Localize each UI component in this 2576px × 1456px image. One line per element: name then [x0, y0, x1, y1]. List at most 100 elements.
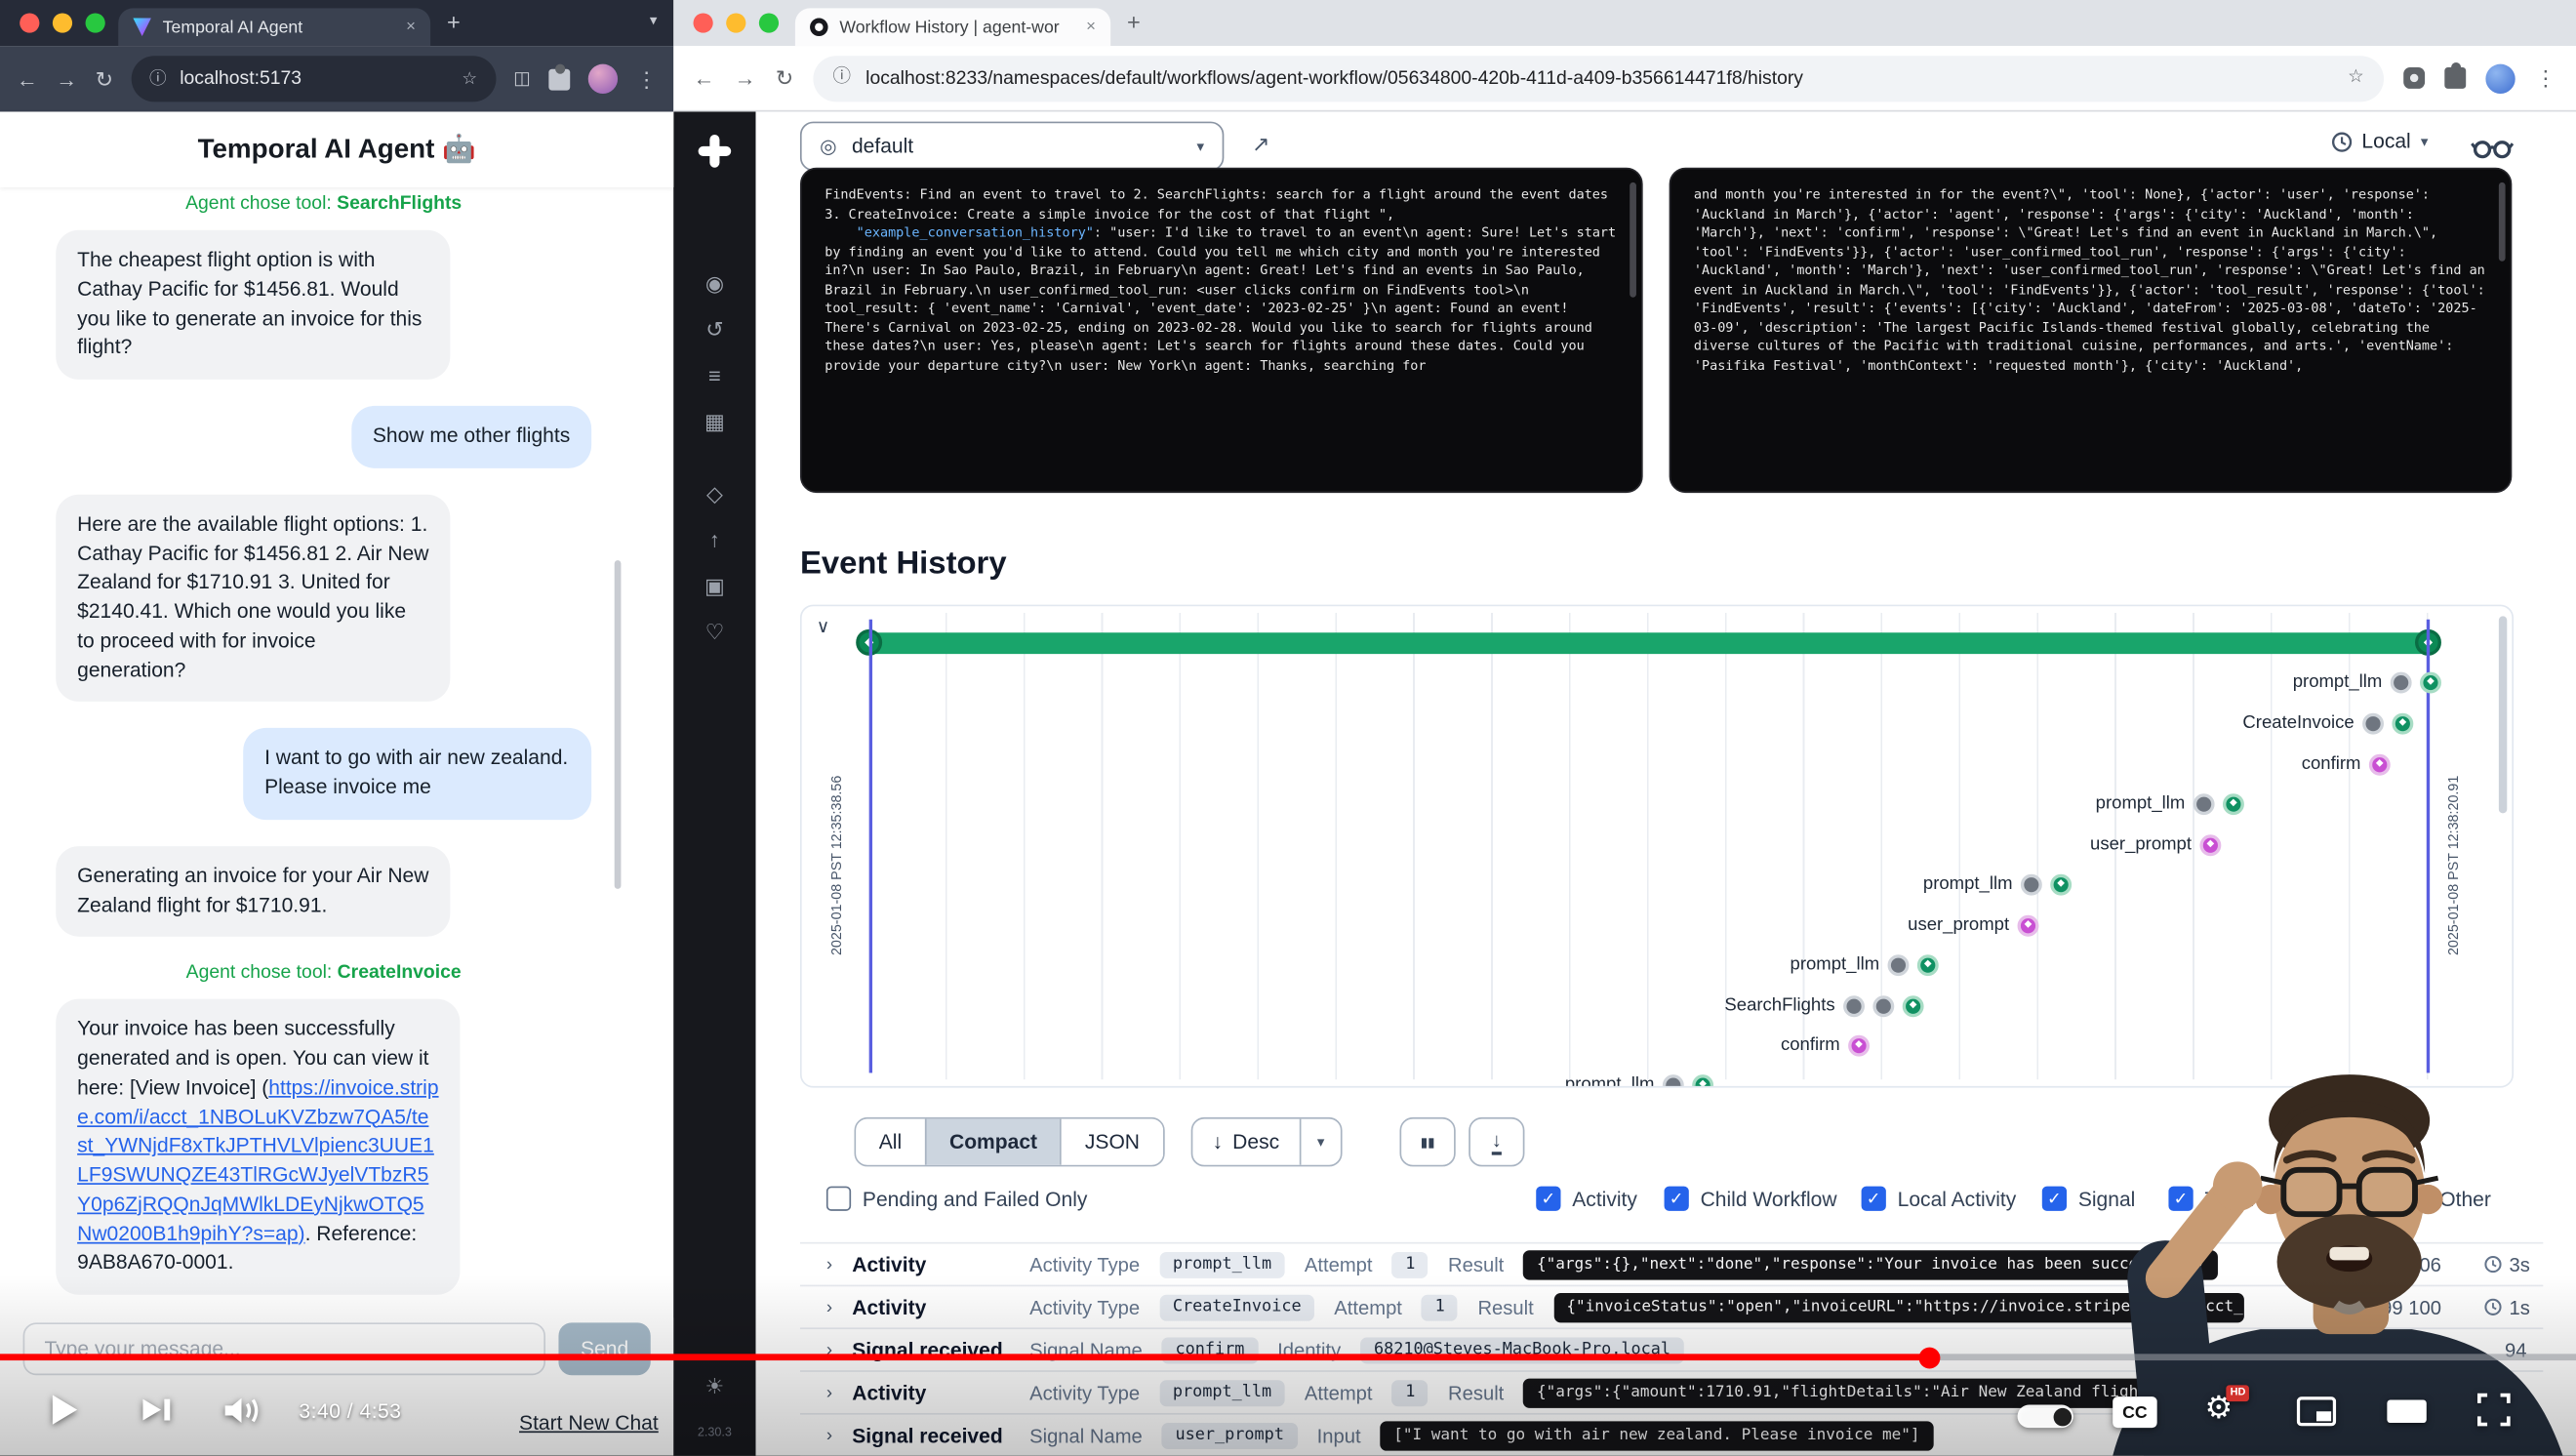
chat-transcript[interactable]: Agent chose tool: SearchFlights The chea…	[0, 187, 673, 1317]
tab-close-icon[interactable]: ×	[406, 19, 416, 35]
timeline-event[interactable]: prompt_llm ◆	[2293, 668, 2441, 695]
window-minimize-button[interactable]	[53, 13, 72, 32]
row-expand-icon[interactable]: ›	[826, 1297, 832, 1316]
event-scheduled-icon[interactable]	[2194, 792, 2215, 814]
temporal-logo-icon[interactable]	[699, 135, 732, 168]
pinned-extension-icon[interactable]	[2403, 67, 2425, 89]
theater-mode-icon[interactable]	[2386, 1398, 2429, 1425]
event-started-icon[interactable]	[1872, 994, 1894, 1016]
view-all-button[interactable]: All	[856, 1119, 925, 1165]
feedback-heart-icon[interactable]: ♡	[705, 621, 725, 642]
profile-avatar[interactable]	[2485, 63, 2515, 93]
panel-scrollbar[interactable]	[1630, 182, 1636, 298]
timeline-scrollbar[interactable]	[2499, 616, 2507, 813]
new-tab-button[interactable]: +	[1127, 8, 1141, 34]
autoplay-toggle[interactable]	[2018, 1405, 2073, 1429]
event-scheduled-icon[interactable]	[1888, 953, 1910, 975]
filter-local-activity[interactable]: ✓ Local Activity	[1862, 1187, 2017, 1211]
bookmark-star-icon[interactable]: ☆	[462, 70, 477, 88]
event-ids[interactable]: 99 100	[2381, 1296, 2441, 1319]
reload-icon[interactable]: ↻	[96, 68, 113, 90]
menu-kebab-icon[interactable]: ⋮	[636, 68, 658, 90]
message-input[interactable]	[23, 1322, 545, 1375]
timeline-event[interactable]: SearchFlights ◆	[1724, 992, 1923, 1019]
pending-failed-filter[interactable]: Pending and Failed Only	[826, 1187, 1088, 1211]
browser-tab-workflow-history[interactable]: Workflow History | agent-wor ×	[795, 8, 1110, 46]
extensions-icon[interactable]	[2444, 67, 2466, 89]
timeline-event[interactable]: user_prompt ◆	[1908, 911, 2038, 938]
checkbox-checked[interactable]: ✓	[2168, 1187, 2193, 1211]
signal-marker-icon[interactable]: ◆	[1848, 1034, 1870, 1056]
miniplayer-icon[interactable]	[2297, 1396, 2336, 1426]
next-icon[interactable]	[141, 1396, 175, 1423]
timeline-panel[interactable]: ∨ ◆ ◆ 2025-01-08 PST 12:35:38.56 2025-01…	[800, 605, 2514, 1088]
signal-marker-icon[interactable]: ◆	[2369, 753, 2391, 775]
window-close-button[interactable]	[20, 13, 39, 32]
site-info-icon[interactable]: ⓘ	[832, 69, 851, 88]
table-row[interactable]: › Activity Activity Type CreateInvoice A…	[800, 1285, 2543, 1328]
checkbox-checked[interactable]: ✓	[1862, 1187, 1886, 1211]
window-minimize-button[interactable]	[726, 13, 745, 32]
browser-tab-temporal-agent[interactable]: Temporal AI Agent ×	[118, 8, 430, 46]
event-completed-icon[interactable]: ◆	[1903, 994, 1924, 1016]
side-panel-icon[interactable]: ◫	[513, 70, 531, 89]
menu-kebab-icon[interactable]: ⋮	[2535, 67, 2556, 89]
upload-icon[interactable]: ↑	[709, 529, 720, 550]
forward-icon[interactable]: →	[56, 68, 77, 90]
new-tab-button[interactable]: +	[447, 8, 461, 34]
event-scheduled-icon[interactable]	[2362, 712, 2384, 734]
filter-child-workflow[interactable]: ✓ Child Workflow	[1665, 1187, 1837, 1211]
event-completed-icon[interactable]: ◆	[2050, 873, 2072, 895]
view-json-button[interactable]: JSON	[1061, 1119, 1163, 1165]
signal-marker-icon[interactable]: ◆	[2018, 914, 2039, 936]
row-expand-icon[interactable]: ›	[826, 1254, 832, 1274]
timeline-event[interactable]: prompt_llm ◆	[1791, 951, 1939, 978]
fullscreen-icon[interactable]	[2477, 1394, 2511, 1427]
workflow-input-panel[interactable]: FindEvents: Find an event to travel to 2…	[800, 168, 1643, 493]
filter-signal[interactable]: ✓ Signal	[2042, 1187, 2136, 1211]
bookmark-star-icon[interactable]: ☆	[2348, 69, 2364, 88]
video-progress-bar[interactable]	[0, 1354, 2576, 1360]
checkbox-checked[interactable]: ✓	[2042, 1187, 2067, 1211]
event-ids[interactable]: 105 106	[2370, 1253, 2441, 1276]
namespace-select[interactable]: ◎ default ▾	[800, 122, 1224, 172]
reload-icon[interactable]: ↻	[776, 67, 793, 89]
event-completed-icon[interactable]: ◆	[2223, 792, 2244, 814]
timeline-event[interactable]: user_prompt ◆	[2090, 831, 2221, 858]
workflows-icon[interactable]: ◉	[705, 272, 724, 294]
workflow-duration-bar[interactable]	[869, 632, 2429, 654]
event-completed-icon[interactable]: ◆	[2420, 671, 2441, 693]
tab-search-icon[interactable]: ▾	[650, 12, 658, 30]
filter-other[interactable]: ✓ Other	[2403, 1187, 2491, 1211]
site-info-icon[interactable]: ⓘ	[149, 70, 167, 88]
invoice-link[interactable]: https://invoice.stripe.com/i/acct_1NBOLu…	[77, 1075, 438, 1244]
sort-chevron-icon[interactable]: ▾	[1299, 1119, 1341, 1165]
window-zoom-button[interactable]	[759, 13, 779, 32]
timeline-event[interactable]: prompt_llm ◆	[1565, 1072, 1713, 1088]
checkbox-unchecked[interactable]	[826, 1187, 851, 1211]
progress-scrubber[interactable]	[1919, 1347, 1941, 1368]
event-scheduled-icon[interactable]	[2021, 873, 2042, 895]
event-completed-icon[interactable]: ◆	[2392, 712, 2413, 734]
profile-avatar[interactable]	[588, 64, 618, 94]
timeline-event[interactable]: confirm ◆	[2302, 750, 2391, 777]
window-close-button[interactable]	[694, 13, 713, 32]
sort-desc-button[interactable]: ↓ Desc	[1192, 1119, 1299, 1165]
back-icon[interactable]: ←	[694, 67, 715, 89]
event-scheduled-icon[interactable]	[1843, 994, 1865, 1016]
filter-timer[interactable]: ✓ Timer	[2168, 1187, 2256, 1211]
event-scheduled-icon[interactable]	[2391, 671, 2412, 693]
timeline-event[interactable]: prompt_llm ◆	[1923, 870, 2072, 897]
workflow-result-panel[interactable]: and month you're interested in for the e…	[1670, 168, 2513, 493]
download-history-button[interactable]: ↓	[1469, 1117, 1524, 1167]
table-row[interactable]: › Signal received Signal Name confirm Id…	[800, 1327, 2543, 1370]
volume-icon[interactable]	[223, 1395, 266, 1426]
archive-icon[interactable]: ▦	[704, 410, 725, 431]
cluster-select[interactable]: Local ▾	[2330, 130, 2428, 153]
panel-scrollbar[interactable]	[2499, 182, 2506, 262]
event-completed-icon[interactable]: ◆	[1692, 1073, 1713, 1087]
address-bar[interactable]: ⓘ localhost:8233/namespaces/default/work…	[813, 55, 2384, 101]
back-icon[interactable]: ←	[17, 68, 38, 90]
settings-gear-icon[interactable]: ⚙HD	[2204, 1390, 2233, 1428]
progress-played[interactable]	[0, 1354, 1930, 1360]
